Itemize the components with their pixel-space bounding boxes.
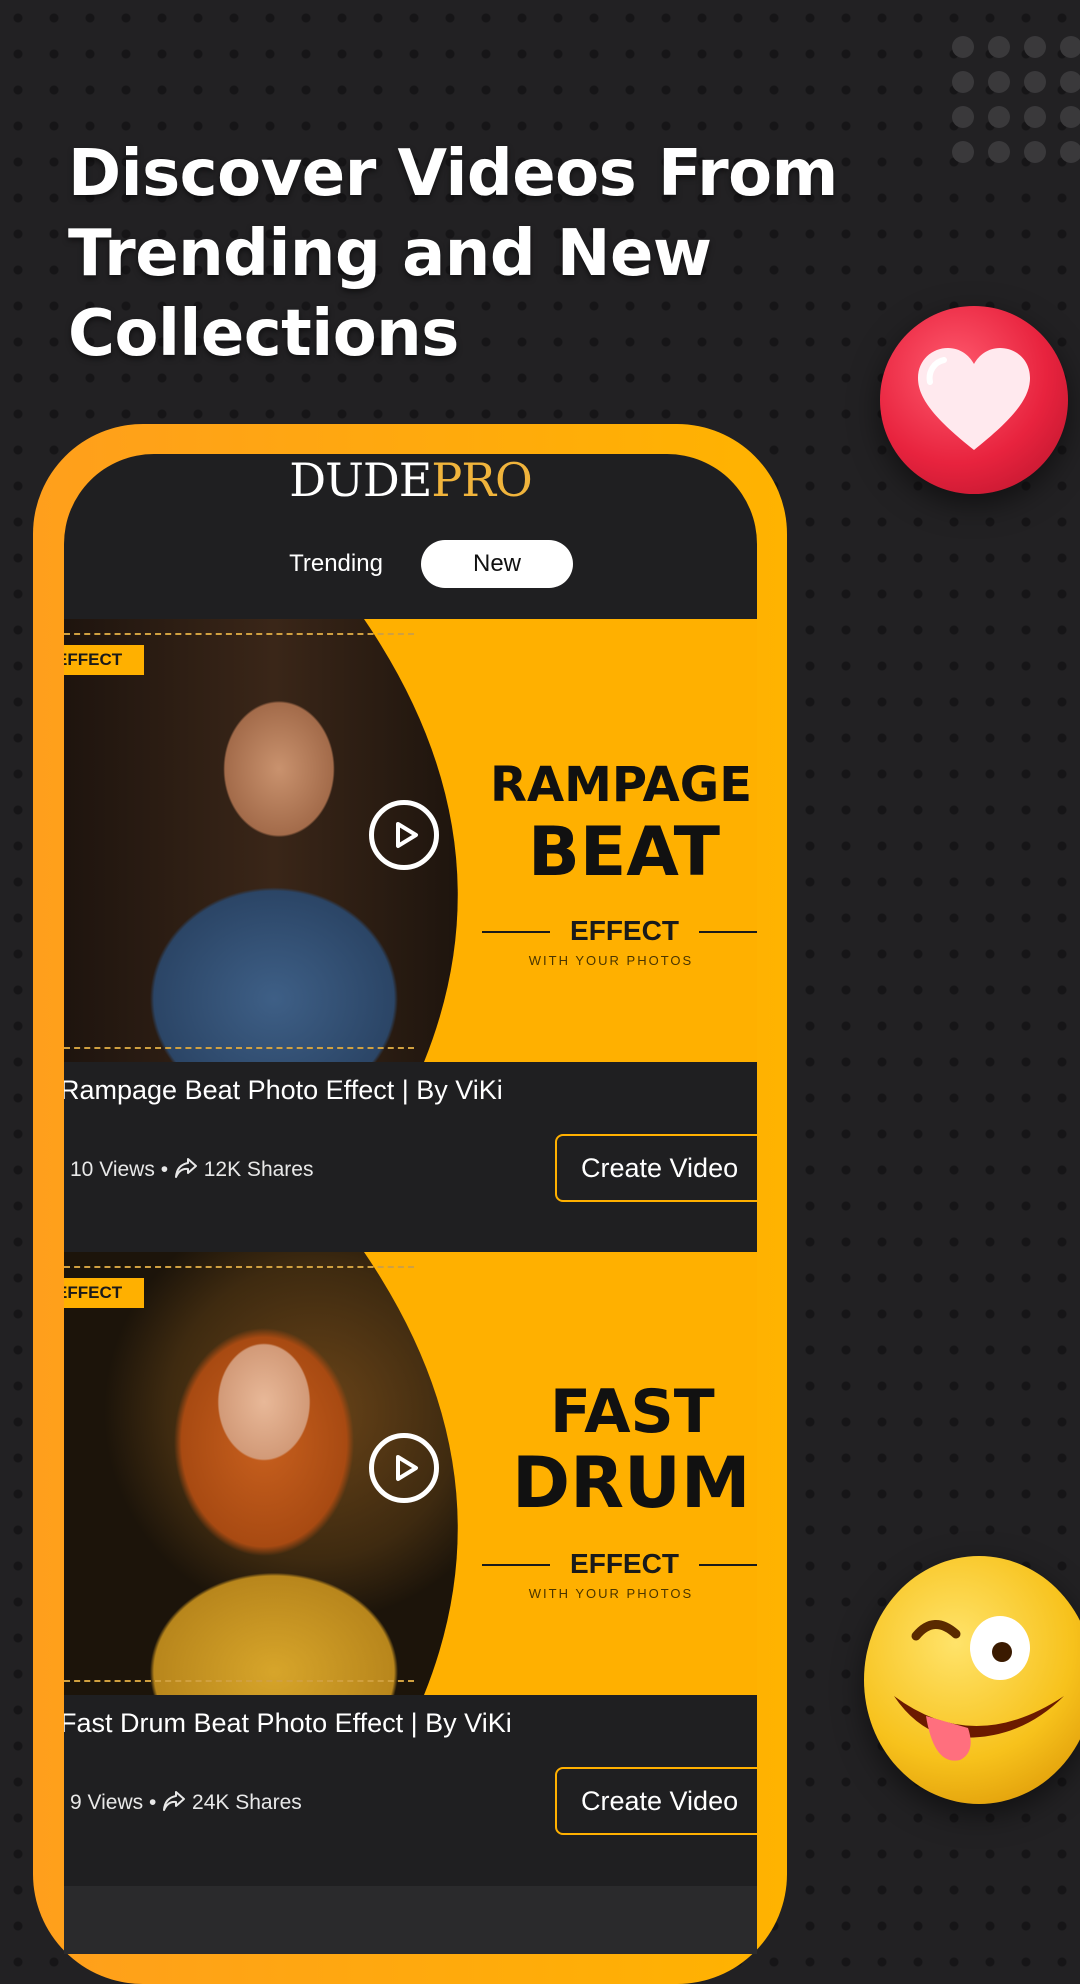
video-stats: 10 Views • 12K Shares — [70, 1157, 313, 1182]
video-card[interactable]: EFFECT FAST DRUM EFFECT WITH YOUR PHOTOS… — [64, 1252, 757, 1886]
decorative-dots — [952, 36, 1080, 166]
tab-new[interactable]: New — [421, 540, 573, 588]
share-icon — [163, 1791, 186, 1811]
create-video-button[interactable]: Create Video — [555, 1767, 757, 1835]
video-card[interactable]: EFFECT RAMPAGE BEAT EFFECT WITH YOUR PHO… — [64, 619, 757, 1253]
app-screen: DUDEPRO Trending New EFFECT RAMPAGE BEAT… — [64, 454, 757, 1954]
play-icon — [396, 822, 418, 848]
thumb-title-line1: FAST — [550, 1377, 715, 1447]
effect-subtitle: WITH YOUR PHOTOS — [528, 1586, 694, 1601]
tab-trending[interactable]: Trending — [274, 540, 398, 588]
logo-pro: PRO — [431, 454, 532, 507]
video-title: Rampage Beat Photo Effect | By ViKi — [64, 1075, 503, 1105]
separator-dot: • — [160, 1158, 169, 1181]
separator-dot: • — [149, 1791, 157, 1814]
effect-label: EFFECT — [482, 915, 757, 947]
next-card-peek — [64, 1886, 757, 1954]
app-logo: DUDEPRO — [64, 454, 757, 505]
dashed-border — [64, 1047, 414, 1049]
dashed-border — [64, 633, 414, 635]
effect-subtitle: WITH YOUR PHOTOS — [528, 953, 694, 968]
tab-bar: Trending New — [64, 540, 757, 588]
video-thumbnail[interactable]: EFFECT FAST DRUM EFFECT WITH YOUR PHOTOS — [64, 1252, 757, 1695]
effect-label: EFFECT — [482, 1548, 757, 1580]
video-thumbnail[interactable]: EFFECT RAMPAGE BEAT EFFECT WITH YOUR PHO… — [64, 619, 757, 1062]
shares-count: 24K Shares — [192, 1791, 302, 1814]
play-button[interactable] — [369, 800, 439, 870]
thumb-title-line1: RAMPAGE — [490, 757, 752, 813]
dashed-border — [64, 1266, 414, 1268]
wink-emoji-icon — [864, 1556, 1080, 1804]
logo-dude: DUDE — [289, 454, 432, 507]
video-title: Fast Drum Beat Photo Effect | By ViKi — [64, 1708, 512, 1738]
promo-headline: Discover Videos From Trending and New Co… — [68, 137, 838, 371]
effect-tag: EFFECT — [64, 1278, 144, 1308]
effect-tag: EFFECT — [64, 645, 144, 675]
shares-count: 12K Shares — [203, 1158, 314, 1181]
heart-icon — [880, 306, 1068, 494]
views-count: 10 Views — [70, 1158, 155, 1181]
thumb-title-line2: BEAT — [528, 813, 721, 892]
thumb-title-line2: DRUM — [512, 1442, 751, 1524]
play-icon — [396, 1455, 418, 1481]
share-icon — [174, 1158, 197, 1178]
dashed-border — [64, 1680, 414, 1682]
video-stats: 9 Views • 24K Shares — [70, 1790, 302, 1815]
views-count: 9 Views — [70, 1791, 144, 1814]
create-video-button[interactable]: Create Video — [555, 1134, 757, 1202]
play-button[interactable] — [369, 1433, 439, 1503]
